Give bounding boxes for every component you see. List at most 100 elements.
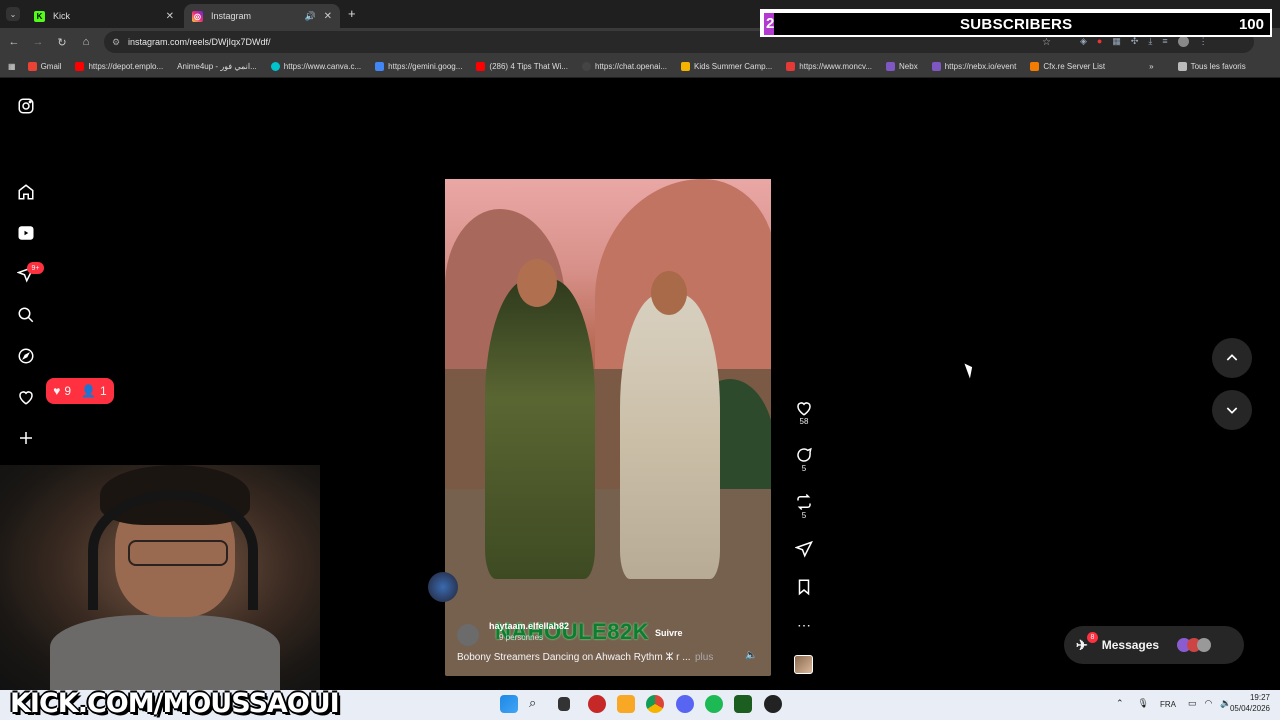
save-action[interactable]	[793, 578, 815, 596]
file-explorer-icon[interactable]	[617, 695, 635, 713]
speaker-icon[interactable]: 🔊	[305, 11, 316, 22]
reload-icon[interactable]: ↻	[54, 34, 70, 50]
like-action[interactable]: 58	[793, 399, 815, 426]
repost-action[interactable]: 5	[793, 493, 815, 520]
reel-player[interactable]: NAHOULE82K haytaam.elfellah82 9 personne…	[445, 94, 771, 676]
canva-icon	[270, 62, 280, 71]
wifi-icon: ◠	[1204, 698, 1213, 708]
search-icon[interactable]: ⌕	[529, 695, 547, 713]
home-icon[interactable]	[16, 182, 36, 202]
discord-icon[interactable]	[676, 695, 694, 713]
bookmark-label: (286) 4 Tips That Wi...	[489, 62, 568, 71]
reels-icon[interactable]	[16, 223, 36, 243]
language-indicator[interactable]: FRA	[1160, 700, 1176, 709]
bookmark-icon	[798, 579, 810, 596]
profile-avatar[interactable]	[1177, 36, 1189, 47]
bookmark-item[interactable]: Kids Summer Camp...	[681, 62, 772, 71]
instagram-logo-icon: ◎	[192, 10, 203, 22]
close-icon[interactable]: ✕	[166, 11, 174, 22]
tab-kick[interactable]: K Kick ✕	[26, 4, 182, 28]
bookmark-item[interactable]: https://www.moncv...	[786, 62, 872, 71]
mic-icon[interactable]: 🎙	[1138, 698, 1149, 709]
mute-icon[interactable]: 🔈	[745, 650, 757, 661]
extension-icon[interactable]: ◈	[1080, 36, 1087, 48]
stream-url-banner: KICK.COM/MOUSSAOUI	[10, 688, 340, 719]
streamer-shirt	[50, 615, 280, 695]
tab-instagram[interactable]: ◎ Instagram 🔊 ✕	[184, 4, 340, 28]
comment-action[interactable]: 5	[793, 446, 815, 473]
webcam-overlay	[0, 465, 320, 695]
share-action[interactable]	[793, 540, 815, 558]
terminal-icon[interactable]	[734, 695, 752, 713]
system-tray[interactable]: ⌃ 🎙	[1116, 698, 1149, 709]
all-bookmarks-label: Tous les favoris	[1190, 62, 1246, 71]
bookmark-item[interactable]: Nebx	[886, 62, 918, 71]
app-icon[interactable]	[588, 695, 606, 713]
chevron-up-icon[interactable]: ⌃	[1116, 698, 1124, 709]
heart-icon: ♥	[53, 384, 61, 398]
extension-icon[interactable]: ●	[1097, 36, 1102, 48]
home-icon[interactable]: ⌂	[78, 34, 94, 50]
download-icon[interactable]: ⤓	[1148, 36, 1152, 48]
bookmark-label: Nebx	[899, 62, 918, 71]
new-tab-button[interactable]: +	[348, 6, 356, 21]
bookmark-item[interactable]: (286) 4 Tips That Wi...	[476, 62, 568, 71]
spotify-icon[interactable]	[705, 695, 723, 713]
bookmark-star-icon[interactable]: ☆	[1042, 37, 1051, 48]
media-icon[interactable]: ≡	[1162, 36, 1167, 48]
bookmark-item[interactable]: https://www.canva.c...	[270, 62, 361, 71]
obs-icon[interactable]	[764, 695, 782, 713]
openai-icon	[581, 62, 591, 71]
bookmark-item[interactable]: https://gemini.goog...	[375, 62, 462, 71]
heart-icon[interactable]	[16, 387, 36, 407]
dancer-right-head	[651, 271, 687, 315]
instagram-logo-icon[interactable]	[16, 96, 36, 116]
subscriber-goal-overlay: 2 SUBSCRIBERS 100	[760, 9, 1272, 37]
forward-icon[interactable]: →	[30, 34, 46, 50]
tab-list-button[interactable]: ⌄	[6, 7, 20, 21]
author-name[interactable]: haytaam.elfellah82	[489, 621, 569, 631]
subscriber-goal: 100	[1238, 16, 1264, 33]
create-icon[interactable]	[16, 428, 36, 448]
bookmark-item[interactable]: https://chat.openai...	[581, 62, 667, 71]
reel-video[interactable]	[445, 179, 771, 676]
clock[interactable]: 19:27 05/04/2026	[1230, 692, 1270, 714]
search-icon[interactable]	[16, 305, 36, 325]
camp-icon	[681, 62, 691, 71]
previous-reel-button[interactable]	[1212, 338, 1252, 378]
apps-icon[interactable]: ▦	[8, 62, 16, 71]
caption-more-link[interactable]: plus	[695, 652, 713, 663]
person-icon: 👤	[81, 384, 97, 398]
task-view-icon[interactable]	[558, 697, 570, 711]
menu-icon[interactable]: ⋮	[1199, 36, 1208, 48]
bookmark-item[interactable]: https://depot.emplo...	[75, 62, 163, 71]
dancer-left-head	[517, 259, 557, 307]
follow-button[interactable]: Suivre	[655, 628, 683, 638]
subscriber-label: SUBSCRIBERS	[960, 16, 1073, 33]
all-bookmarks[interactable]: Tous les favoris	[1177, 62, 1246, 71]
author-avatar[interactable]	[457, 624, 479, 646]
youtube-icon	[476, 62, 486, 71]
site-info-icon[interactable]: ⚙	[112, 37, 120, 48]
tab-label: Kick	[53, 11, 71, 21]
collab-avatar[interactable]	[428, 572, 458, 602]
more-bookmarks-icon[interactable]: »	[1149, 62, 1153, 71]
heart-icon	[797, 402, 811, 416]
back-icon[interactable]: ←	[6, 34, 22, 50]
bookmark-item[interactable]: Gmail	[27, 62, 61, 71]
chrome-icon[interactable]	[646, 695, 664, 713]
bookmark-item[interactable]: Anime4up - انمي فور...	[177, 62, 257, 71]
bookmark-item[interactable]: Cfx.re Server List	[1030, 62, 1105, 71]
next-reel-button[interactable]	[1212, 390, 1252, 430]
status-icons[interactable]: ▭ ◠ 🔉	[1188, 698, 1232, 709]
clock-time: 19:27	[1249, 693, 1270, 702]
extension-icon[interactable]: ▦	[1112, 36, 1121, 48]
close-icon[interactable]: ✕	[324, 11, 332, 22]
puzzle-icon[interactable]: ✣	[1131, 36, 1139, 48]
audio-thumbnail[interactable]	[794, 655, 813, 674]
more-options-icon[interactable]: ⋯	[793, 617, 815, 634]
windows-start-icon[interactable]	[500, 695, 518, 713]
bookmark-item[interactable]: https://nebx.io/event	[931, 62, 1016, 71]
explore-icon[interactable]	[16, 346, 36, 366]
activity-pill[interactable]: ♥ 9 👤 1	[46, 378, 114, 404]
